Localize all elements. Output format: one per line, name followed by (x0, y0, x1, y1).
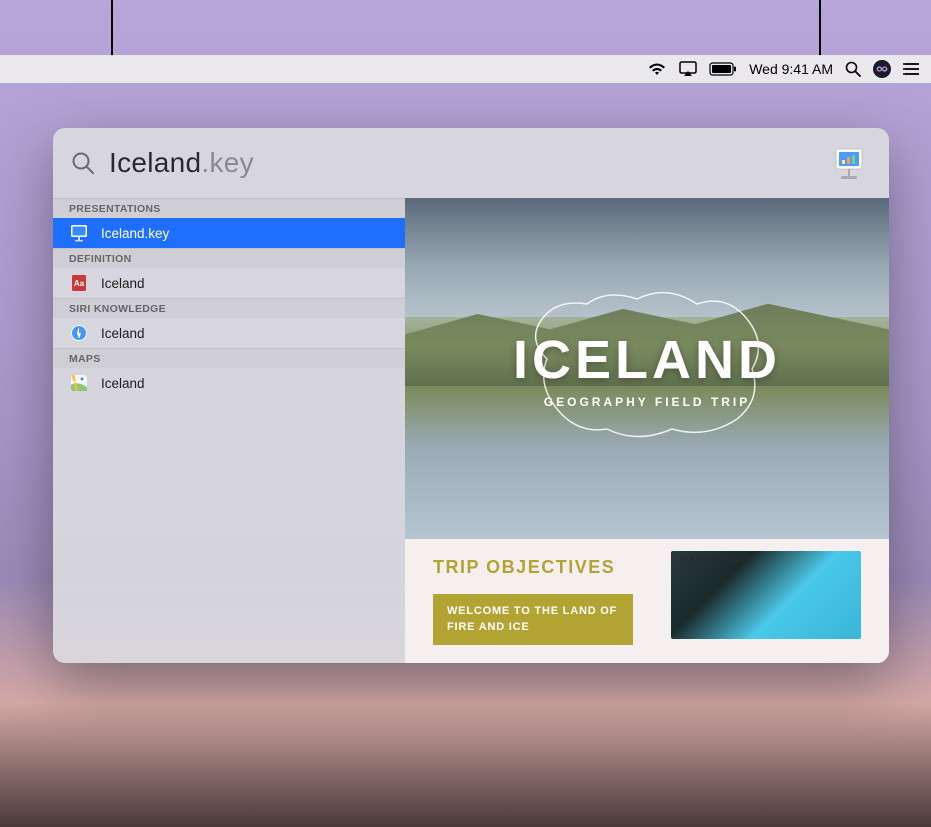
notification-center-icon[interactable] (903, 62, 921, 76)
spotlight-search-input[interactable]: Iceland.key (109, 147, 254, 179)
category-header-maps: MAPS (53, 348, 405, 368)
siri-icon[interactable] (873, 60, 891, 78)
result-item-definition-iceland[interactable]: Aa Iceland (53, 268, 405, 298)
preview-slide-2: TRIP OBJECTIVES WELCOME TO THE LAND OF F… (405, 539, 889, 663)
spotlight-results-sidebar: PRESENTATIONS Iceland.key DEFINITION Aa … (53, 198, 405, 663)
safari-compass-icon (69, 323, 89, 343)
slide2-photo: THE BLUE LAGOON (671, 551, 861, 639)
result-label: Iceland (101, 276, 145, 291)
result-label: Iceland.key (101, 226, 169, 241)
spotlight-preview-pane: ICELAND GEOGRAPHY FIELD TRIP TRIP OBJECT… (405, 198, 889, 663)
callout-line-spotlight-icon (819, 0, 821, 56)
slide2-chip: WELCOME TO THE LAND OF FIRE AND ICE (433, 594, 633, 645)
search-icon (71, 151, 95, 175)
menubar: Wed 9:41 AM (0, 55, 931, 83)
callout-line-search (111, 0, 113, 56)
search-query-main: Iceland (109, 147, 201, 178)
result-item-maps-iceland[interactable]: Iceland (53, 368, 405, 398)
battery-icon[interactable] (709, 62, 737, 76)
slide2-photo-label: THE BLUE LAGOON (679, 557, 754, 564)
preview-slide-1: ICELAND GEOGRAPHY FIELD TRIP (405, 198, 889, 539)
slide1-subtitle: GEOGRAPHY FIELD TRIP (513, 395, 781, 409)
result-item-iceland-key[interactable]: Iceland.key (53, 218, 405, 248)
maps-icon (69, 373, 89, 393)
svg-text:Aa: Aa (74, 279, 85, 288)
keynote-app-icon (831, 146, 867, 182)
menubar-datetime[interactable]: Wed 9:41 AM (749, 61, 833, 77)
spotlight-search-row: Iceland.key (53, 128, 889, 198)
category-header-definition: DEFINITION (53, 248, 405, 268)
result-item-siri-iceland[interactable]: Iceland (53, 318, 405, 348)
result-label: Iceland (101, 376, 145, 391)
wifi-icon[interactable] (647, 61, 667, 77)
result-label: Iceland (101, 326, 145, 341)
keynote-file-icon (69, 223, 89, 243)
category-header-siri: SIRI KNOWLEDGE (53, 298, 405, 318)
dictionary-icon: Aa (69, 273, 89, 293)
search-query-ext: .key (201, 147, 254, 178)
airplay-icon[interactable] (679, 61, 697, 77)
spotlight-window: Iceland.key PRESENTATIONS Iceland.key (53, 128, 889, 663)
category-header-presentations: PRESENTATIONS (53, 198, 405, 218)
slide1-title: ICELAND (513, 329, 781, 391)
spotlight-menubar-icon[interactable] (845, 61, 861, 77)
